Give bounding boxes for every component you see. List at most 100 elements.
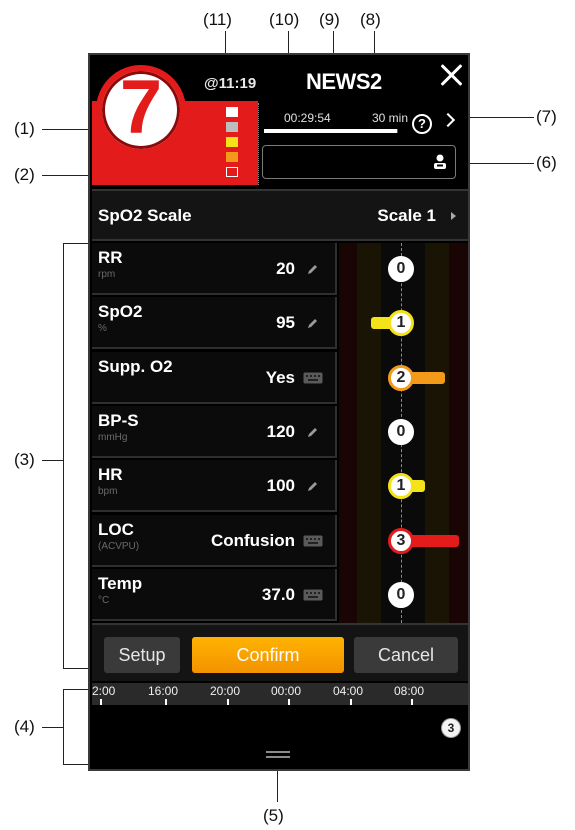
leader-4-bottom bbox=[63, 764, 88, 765]
legend-white bbox=[226, 107, 238, 117]
timeline-label: 16:00 bbox=[148, 684, 179, 698]
timeline-label: 08:00 bbox=[394, 684, 425, 698]
cancel-button[interactable]: Cancel bbox=[354, 637, 458, 673]
score-badge-loc: 3 bbox=[388, 527, 414, 554]
param-row-rr[interactable]: RR rpm 20 bbox=[92, 243, 337, 295]
callout-3: (3) bbox=[14, 450, 35, 469]
elapsed-timer: 00:29:54 bbox=[284, 111, 331, 125]
leader-4-v bbox=[63, 689, 64, 765]
param-unit: °C bbox=[98, 594, 110, 606]
param-name: Temp bbox=[98, 573, 143, 593]
leader-3-top bbox=[63, 243, 88, 244]
param-row-temp[interactable]: Temp °C 37.0 bbox=[92, 568, 337, 621]
action-bar: Setup Confirm Cancel bbox=[92, 623, 468, 681]
callout-4: (4) bbox=[14, 717, 35, 736]
param-value: 100 bbox=[266, 476, 295, 496]
param-row-spo2[interactable]: SpO2% 95 bbox=[92, 297, 337, 350]
param-value: Yes bbox=[265, 367, 295, 387]
param-row-bp-s[interactable]: BP-S mmHg 120 bbox=[92, 405, 337, 458]
timeline-tick bbox=[227, 699, 229, 705]
param-unit: % bbox=[98, 323, 107, 335]
trend-timeline-axis[interactable]: 2:00 16:00 20:00 00:00 04:00 08:00 bbox=[92, 683, 468, 705]
param-value: 120 bbox=[266, 421, 295, 441]
patient-info-field[interactable] bbox=[262, 145, 456, 179]
header-time: @11:19 bbox=[204, 75, 257, 92]
callout-10: (10) bbox=[269, 10, 300, 29]
score-band-right-mid bbox=[425, 243, 449, 623]
timeline-label: 20:00 bbox=[210, 684, 241, 698]
spo2-scale-label: SpO2 Scale bbox=[98, 206, 192, 225]
param-value: 95 bbox=[276, 313, 295, 333]
spo2-scale-row[interactable]: SpO2 Scale Scale 1 bbox=[92, 189, 468, 241]
param-value: 20 bbox=[276, 259, 295, 278]
timeline-tick bbox=[100, 699, 102, 705]
score-badge-temp: 0 bbox=[388, 581, 414, 608]
trend-score-marker[interactable]: 3 bbox=[442, 719, 460, 737]
param-name: HR bbox=[98, 465, 123, 485]
callout-2: (2) bbox=[14, 165, 35, 184]
leader-4-h bbox=[42, 727, 64, 728]
keyboard-icon[interactable] bbox=[303, 589, 323, 601]
confirm-button[interactable]: Confirm bbox=[192, 637, 344, 673]
timer-progress-bar bbox=[264, 129, 398, 133]
keyboard-icon[interactable] bbox=[303, 372, 323, 384]
param-row-supp-o2[interactable]: Supp. O2 Yes bbox=[92, 351, 337, 404]
edit-icon[interactable] bbox=[307, 480, 319, 492]
setup-button[interactable]: Setup bbox=[104, 637, 180, 673]
score-divider bbox=[258, 103, 259, 185]
legend-red bbox=[226, 167, 238, 177]
score-badge-rr: 0 bbox=[388, 256, 414, 282]
timeline-label: 00:00 bbox=[271, 684, 302, 698]
param-unit: mmHg bbox=[98, 431, 128, 443]
leader-4-top bbox=[63, 689, 88, 690]
score-badge-hr: 1 bbox=[388, 473, 414, 500]
callout-11: (11) bbox=[203, 10, 232, 29]
spo2-scale-value: Scale 1 bbox=[377, 206, 436, 225]
legend-grey bbox=[226, 122, 238, 132]
callout-6: (6) bbox=[536, 153, 557, 172]
drag-handle-line bbox=[266, 756, 290, 758]
score-badge-bp-s: 0 bbox=[388, 418, 414, 445]
close-icon[interactable] bbox=[438, 61, 466, 89]
chevron-right-icon[interactable] bbox=[440, 112, 456, 128]
leader-3-bottom bbox=[63, 668, 88, 669]
param-row-loc[interactable]: LOC (ACVPU) Confusion bbox=[92, 514, 337, 567]
param-row-hr[interactable]: HR bpm 100 bbox=[92, 460, 337, 513]
callout-1: (1) bbox=[14, 119, 35, 138]
edit-icon[interactable] bbox=[307, 317, 319, 329]
edit-icon[interactable] bbox=[307, 263, 319, 275]
param-value: Confusion bbox=[210, 530, 295, 550]
news2-panel: @11:19 NEWS2 7 00:29:54 30 min ? SpO2 Sc… bbox=[88, 53, 470, 771]
callout-7: (7) bbox=[536, 107, 557, 126]
score-band-left bbox=[339, 243, 357, 623]
timeline-tick bbox=[165, 699, 167, 705]
param-name: Supp. O2 bbox=[98, 356, 173, 376]
timeline-tick bbox=[350, 699, 352, 705]
callout-9: (9) bbox=[319, 10, 340, 29]
edit-icon[interactable] bbox=[307, 426, 319, 438]
measure-interval: 30 min bbox=[372, 111, 409, 125]
total-score: 7 bbox=[119, 65, 163, 150]
param-unit: (ACVPU) bbox=[98, 540, 140, 552]
help-icon[interactable]: ? bbox=[412, 114, 432, 134]
drag-handle-icon[interactable] bbox=[266, 751, 290, 753]
param-name: LOC bbox=[98, 519, 134, 539]
param-name: BP-S bbox=[98, 410, 139, 430]
leader-3-v bbox=[63, 243, 64, 669]
callout-5: (5) bbox=[263, 806, 284, 825]
timeline-tick bbox=[288, 699, 290, 705]
score-band-right bbox=[449, 243, 468, 623]
timeline-tick bbox=[411, 699, 413, 705]
param-value: 37.0 bbox=[261, 584, 295, 604]
param-unit: bpm bbox=[98, 486, 118, 498]
leader-3-h bbox=[42, 460, 64, 461]
timeline-label: 04:00 bbox=[333, 684, 364, 698]
legend-orange bbox=[226, 152, 238, 162]
timeline-label: 2:00 bbox=[92, 684, 116, 698]
timer-progress-fill bbox=[264, 129, 397, 133]
param-name: RR bbox=[98, 248, 123, 267]
keyboard-icon[interactable] bbox=[303, 535, 323, 547]
patient-icon bbox=[434, 154, 446, 169]
score-band-left-mid bbox=[357, 243, 381, 623]
legend-yellow bbox=[226, 137, 238, 147]
